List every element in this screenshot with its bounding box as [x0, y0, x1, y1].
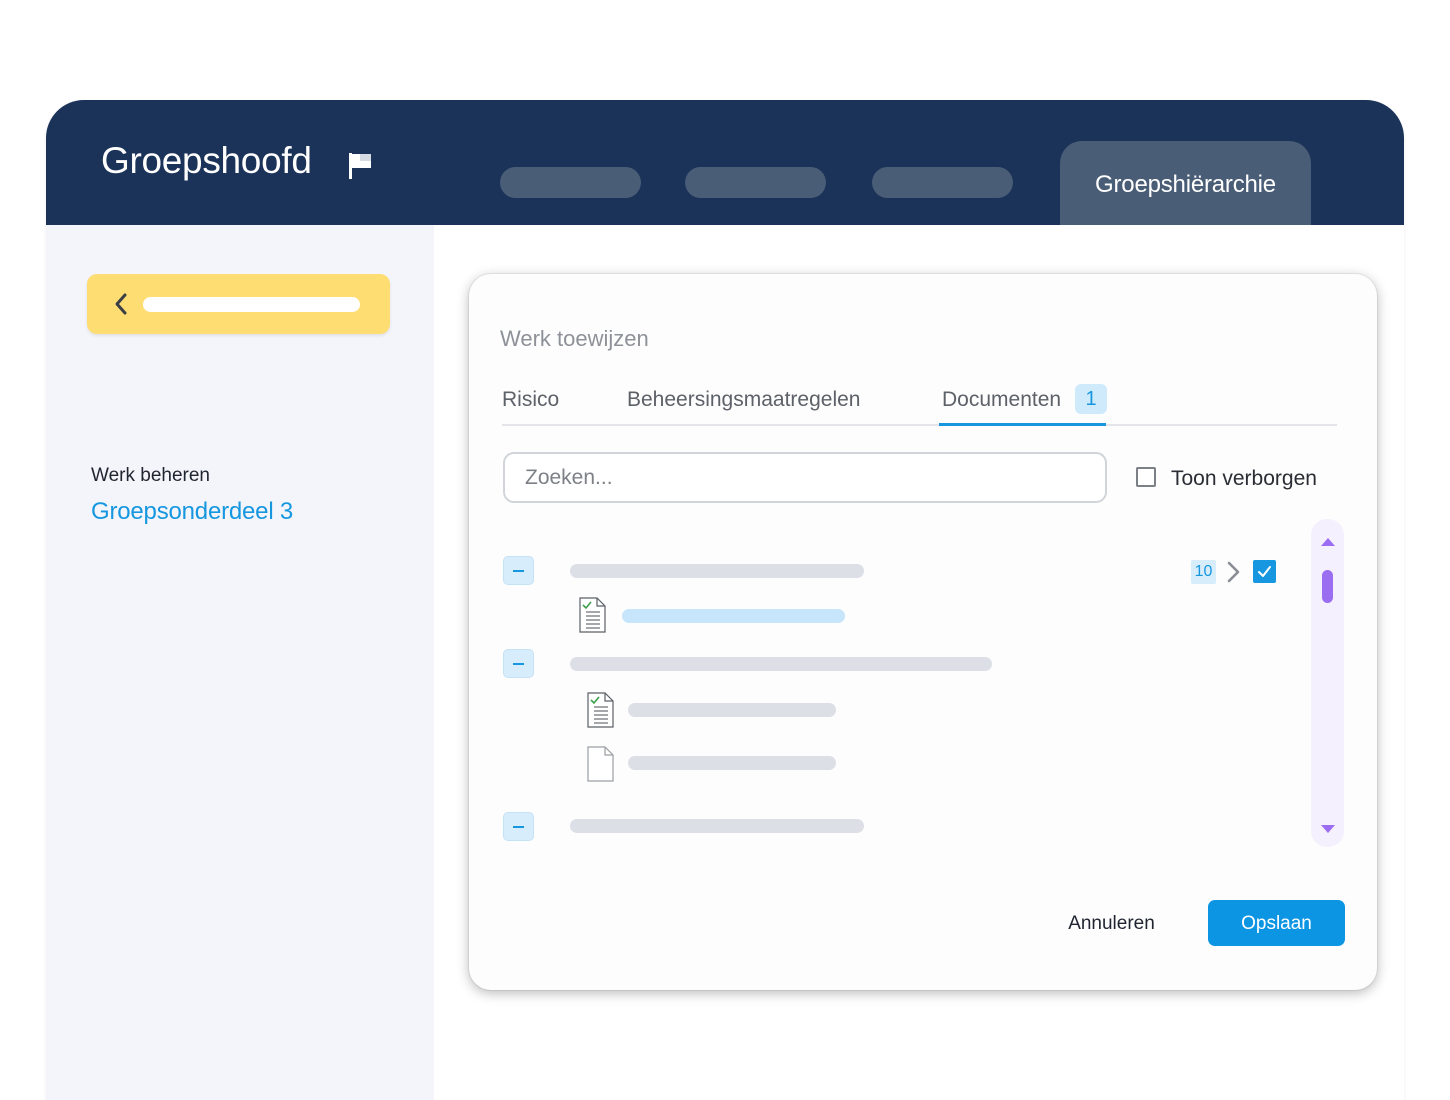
scroll-down-icon[interactable]	[1321, 825, 1335, 833]
back-label-placeholder	[143, 297, 360, 312]
collapse-button[interactable]	[503, 812, 534, 841]
save-button[interactable]: Opslaan	[1208, 900, 1345, 946]
show-hidden-checkbox[interactable]	[1136, 467, 1156, 487]
flag-icon[interactable]	[346, 150, 374, 180]
scrollbar[interactable]	[1311, 519, 1344, 847]
tab-beheersingsmaatregelen[interactable]: Beheersingsmaatregelen	[627, 388, 860, 412]
tab-badge: 1	[1075, 384, 1107, 414]
tree-item-placeholder	[628, 756, 836, 770]
tree-item-placeholder	[570, 657, 992, 671]
tree-item-placeholder	[628, 703, 836, 717]
nav-tab-1[interactable]	[500, 167, 641, 198]
collapse-button[interactable]	[503, 649, 534, 678]
checkmark-icon	[1258, 566, 1271, 577]
tab-risico[interactable]: Risico	[502, 388, 559, 412]
chevron-left-icon	[115, 293, 127, 315]
scroll-thumb[interactable]	[1322, 570, 1333, 603]
tree-item-placeholder	[570, 819, 864, 833]
nav-tab-groepshierarchie[interactable]: Groepshiërarchie	[1060, 141, 1311, 225]
collapse-button[interactable]	[503, 556, 534, 585]
row-checkbox-checked[interactable]	[1253, 560, 1276, 583]
tab-divider	[502, 424, 1337, 426]
tab-documenten[interactable]: Documenten	[942, 388, 1061, 412]
document-icon	[587, 746, 614, 782]
assign-work-dialog: Werk toewijzen Risico Beheersingsmaatreg…	[469, 274, 1377, 990]
cancel-button[interactable]: Annuleren	[1049, 900, 1174, 946]
show-hidden-label: Toon verborgen	[1171, 467, 1317, 490]
nav-tab-2[interactable]	[685, 167, 826, 198]
header-bar: Groepshoofd Groepshiërarchie	[46, 100, 1404, 225]
search-input[interactable]	[503, 452, 1107, 503]
nav-tab-label: Groepshiërarchie	[1095, 171, 1276, 198]
chevron-right-icon[interactable]	[1226, 560, 1241, 584]
document-checked-icon	[587, 692, 614, 728]
tree-item-placeholder-selected	[622, 609, 845, 623]
document-checked-icon	[579, 597, 606, 633]
back-button[interactable]	[87, 274, 390, 334]
count-badge: 10	[1191, 560, 1216, 584]
active-tab-indicator	[939, 423, 1106, 426]
dialog-title: Werk toewijzen	[500, 326, 649, 351]
scroll-up-icon[interactable]	[1321, 538, 1335, 546]
app-window: Groepshoofd Groepshiërarchie Werk behere…	[46, 100, 1404, 1100]
nav-tab-3[interactable]	[872, 167, 1013, 198]
section-link[interactable]: Groepsonderdeel 3	[91, 498, 293, 526]
tree-item-placeholder	[570, 564, 864, 578]
app-title: Groepshoofd	[101, 140, 312, 181]
sidebar: Werk beheren Groepsonderdeel 3	[46, 225, 434, 1100]
section-heading: Werk beheren	[91, 465, 210, 486]
